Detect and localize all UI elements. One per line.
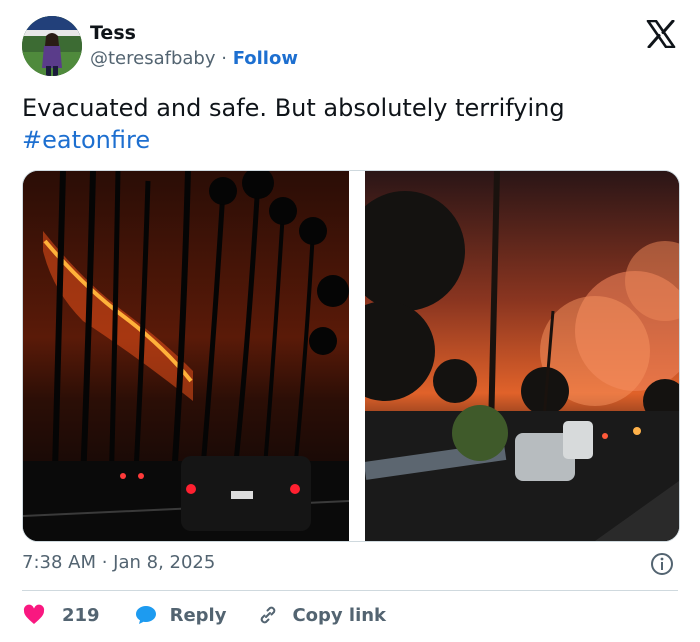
author-name[interactable]: Tess bbox=[90, 22, 136, 44]
photo-right[interactable] bbox=[365, 171, 679, 541]
heart-icon bbox=[23, 604, 45, 624]
reply-button[interactable]: Reply bbox=[134, 603, 227, 627]
divider bbox=[22, 590, 678, 591]
like-button[interactable]: 219 bbox=[22, 603, 100, 627]
photo-left[interactable] bbox=[23, 171, 349, 541]
like-count: 219 bbox=[62, 604, 100, 626]
follow-button[interactable]: Follow bbox=[233, 48, 298, 69]
author-handle-line: @teresafbaby · Follow bbox=[90, 48, 298, 69]
tweet-text: Evacuated and safe. But absolutely terri… bbox=[22, 92, 672, 156]
action-bar: 219 Reply Copy link bbox=[22, 600, 386, 630]
author-handle[interactable]: @teresafbaby bbox=[90, 48, 216, 69]
avatar[interactable] bbox=[22, 16, 82, 76]
photo-gap bbox=[349, 171, 365, 541]
reply-bubble-icon bbox=[135, 606, 156, 624]
timestamp-link[interactable]: 7:38 AM · Jan 8, 2025 bbox=[22, 552, 215, 573]
reply-label: Reply bbox=[169, 604, 227, 626]
x-logo-icon[interactable] bbox=[646, 20, 676, 48]
media-grid bbox=[22, 170, 680, 542]
hashtag-link[interactable]: #eatonfire bbox=[22, 124, 672, 156]
tweet-card: Tess @teresafbaby · Follow Evacuated and… bbox=[0, 0, 700, 642]
avatar-image bbox=[22, 16, 82, 76]
copy-link-button[interactable]: Copy link bbox=[256, 603, 386, 627]
link-icon bbox=[261, 606, 276, 624]
separator: · bbox=[221, 48, 227, 69]
tweet-body: Evacuated and safe. But absolutely terri… bbox=[22, 94, 565, 122]
copy-link-label: Copy link bbox=[292, 604, 387, 626]
info-icon[interactable] bbox=[650, 552, 674, 576]
